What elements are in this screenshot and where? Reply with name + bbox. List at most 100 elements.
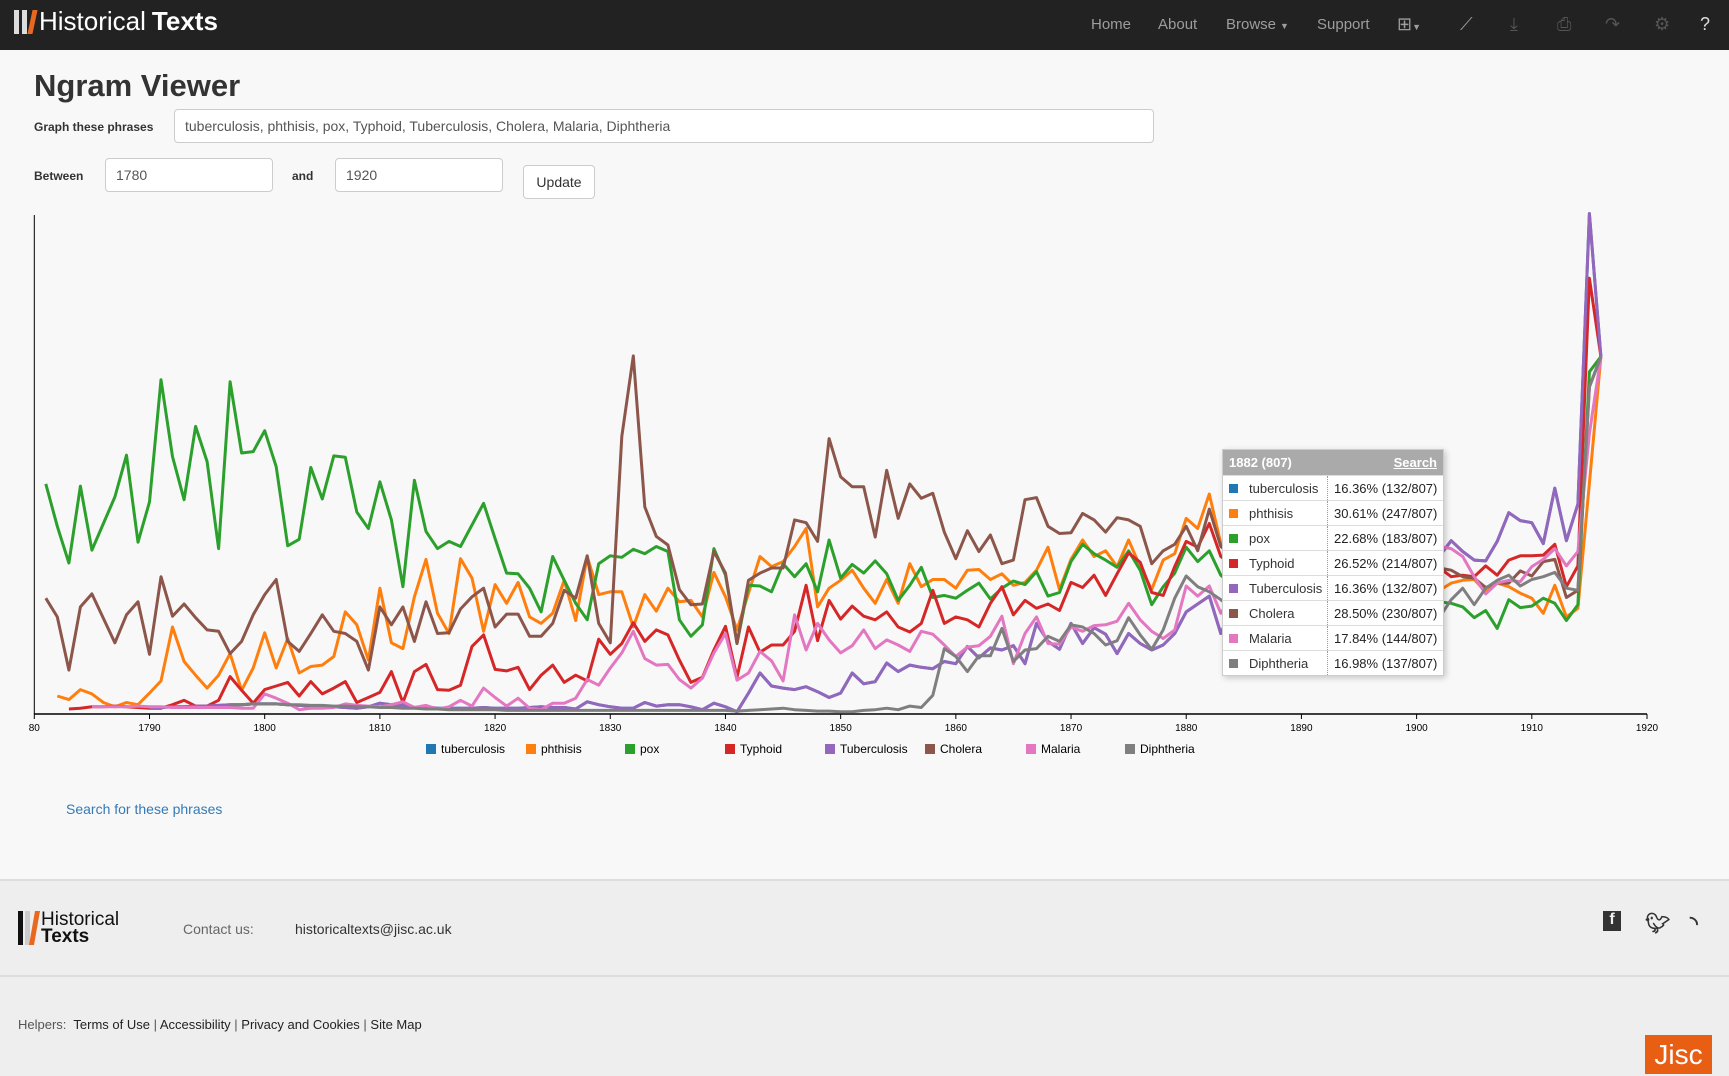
logo-bars-icon: [14, 9, 38, 34]
start-year-input[interactable]: 1780: [105, 158, 273, 192]
tooltip-term-label: Typhoid: [1249, 555, 1295, 571]
year-tooltip: 1882 (807) Search tuberculosis 16.36% (13…: [1222, 449, 1444, 676]
legend-swatch: [1125, 744, 1135, 754]
x-tick-label: 1860: [945, 723, 968, 734]
tooltip-value: 17.84% (144/807): [1334, 630, 1438, 646]
series-swatch: [1229, 483, 1238, 493]
tooltip-term-label: Diphtheria: [1249, 655, 1309, 671]
legend-item[interactable]: Typhoid: [725, 742, 782, 756]
tooltip-value: 30.61% (247/807): [1334, 505, 1438, 521]
x-tick-label: 1800: [254, 723, 277, 734]
print-icon[interactable]: ⎙: [1557, 14, 1571, 35]
x-tick-label: 1900: [1405, 723, 1428, 734]
x-tick-label: 1830: [599, 723, 622, 734]
series-swatch: [1229, 658, 1238, 668]
nav-support[interactable]: Support: [1317, 16, 1370, 33]
legend-label: Typhoid: [740, 742, 783, 756]
legend-label: Malaria: [1041, 742, 1081, 756]
x-tick-label: 80: [29, 723, 41, 734]
x-tick-label: 1880: [1175, 723, 1198, 734]
end-year-input[interactable]: 1920: [335, 158, 503, 192]
legend-item[interactable]: Cholera: [925, 742, 982, 756]
contact-label: Contact us:: [183, 921, 254, 937]
tooltip-term: pox: [1223, 526, 1328, 550]
x-tick-label: 1850: [830, 723, 853, 734]
tooltip-row: Cholera 28.50% (230/807): [1223, 600, 1443, 625]
brand-logo[interactable]: Historical Texts: [14, 6, 218, 37]
x-tick-label: 1820: [484, 723, 507, 734]
series-swatch: [1229, 633, 1238, 643]
accessibility-link[interactable]: Accessibility: [160, 1017, 231, 1032]
nav-browse-label: Browse: [1226, 16, 1277, 33]
legend-label: pox: [640, 742, 660, 756]
legend-label: Tuberculosis: [840, 742, 908, 756]
footer: Historical Texts Contact us: historicalte…: [0, 879, 1729, 1076]
footer-logo[interactable]: Historical Texts: [18, 910, 119, 947]
update-button[interactable]: Update: [523, 165, 595, 199]
tooltip-value: 16.36% (132/807): [1334, 480, 1438, 496]
tooltip-term-label: pox: [1249, 530, 1270, 546]
tooltip-row: pox 22.68% (183/807): [1223, 525, 1443, 550]
briefcase-dropdown-icon[interactable]: ⊞▼: [1397, 14, 1421, 35]
tooltip-row: tuberculosis 16.36% (132/807): [1223, 475, 1443, 500]
legend-item[interactable]: Diphtheria: [1125, 742, 1195, 756]
series-swatch: [1229, 533, 1238, 543]
help-icon[interactable]: ?: [1700, 14, 1710, 35]
legend-item[interactable]: Malaria: [1026, 742, 1080, 756]
logo-bars-icon: [18, 911, 40, 945]
tooltip-value: 22.68% (183/807): [1334, 530, 1438, 546]
brand-name-bold: Texts: [151, 6, 218, 36]
x-tick-label: 1870: [1060, 723, 1083, 734]
legend-item[interactable]: Tuberculosis: [825, 742, 908, 756]
tooltip-header: 1882 (807) Search: [1223, 450, 1443, 475]
x-tick-label: 1920: [1636, 723, 1659, 734]
tooltip-value: 28.50% (230/807): [1334, 605, 1438, 621]
tooltip-row: Malaria 17.84% (144/807): [1223, 625, 1443, 650]
jisc-logo[interactable]: Jisc: [1645, 1035, 1712, 1074]
legend-label: Cholera: [940, 742, 983, 756]
tooltip-row: Tuberculosis 16.36% (132/807): [1223, 575, 1443, 600]
nav-home[interactable]: Home: [1091, 16, 1131, 33]
tooltip-row: Typhoid 26.52% (214/807): [1223, 550, 1443, 575]
legend-item[interactable]: tuberculosis: [426, 742, 505, 756]
footer-brand-bold: Texts: [41, 926, 90, 947]
rss-icon[interactable]: ◝: [1690, 911, 1698, 936]
gear-icon[interactable]: ⚙: [1654, 14, 1670, 35]
tooltip-term-label: phthisis: [1249, 505, 1294, 521]
tooltip-search-link[interactable]: Search: [1394, 455, 1437, 470]
footer-divider: [0, 975, 1729, 977]
tooltip-value: 16.36% (132/807): [1334, 580, 1438, 596]
facebook-icon[interactable]: f: [1603, 911, 1621, 931]
nav-about[interactable]: About: [1158, 16, 1197, 33]
tooltip-term: Typhoid: [1223, 551, 1328, 575]
series-swatch: [1229, 508, 1238, 518]
phrases-input[interactable]: tuberculosis, phthisis, pox, Typhoid, Tu…: [174, 109, 1154, 143]
x-tick-label: 1810: [369, 723, 392, 734]
tooltip-term: phthisis: [1223, 501, 1328, 525]
download-icon[interactable]: ⤓: [1510, 14, 1518, 35]
series-swatch: [1229, 583, 1238, 593]
legend-item[interactable]: pox: [625, 742, 659, 756]
legend-swatch: [1026, 744, 1036, 754]
x-tick-label: 1890: [1290, 723, 1313, 734]
sitemap-link[interactable]: Site Map: [370, 1017, 421, 1032]
legend-swatch: [925, 744, 935, 754]
legend-item[interactable]: phthisis: [526, 742, 582, 756]
terms-link[interactable]: Terms of Use: [73, 1017, 150, 1032]
tooltip-title: 1882 (807): [1229, 455, 1292, 470]
tooltip-term-label: Tuberculosis: [1249, 580, 1323, 596]
legend-label: phthisis: [541, 742, 582, 756]
contact-email[interactable]: historicaltexts@jisc.ac.uk: [295, 921, 452, 937]
search-phrases-link[interactable]: Search for these phrases: [66, 801, 222, 817]
between-label: Between: [34, 169, 84, 183]
helpers-label: Helpers:: [18, 1017, 67, 1032]
phrases-label: Graph these phrases: [34, 120, 154, 134]
privacy-link[interactable]: Privacy and Cookies: [241, 1017, 360, 1032]
page-title: Ngram Viewer: [34, 68, 241, 103]
twitter-icon[interactable]: 🐦︎: [1645, 911, 1670, 936]
share-icon[interactable]: ↷: [1605, 14, 1620, 35]
and-label: and: [292, 169, 314, 183]
line-chart-icon[interactable]: ⟋: [1460, 14, 1473, 35]
nav-browse[interactable]: Browse ▼: [1226, 16, 1289, 33]
tooltip-term: Diphtheria: [1223, 651, 1328, 675]
